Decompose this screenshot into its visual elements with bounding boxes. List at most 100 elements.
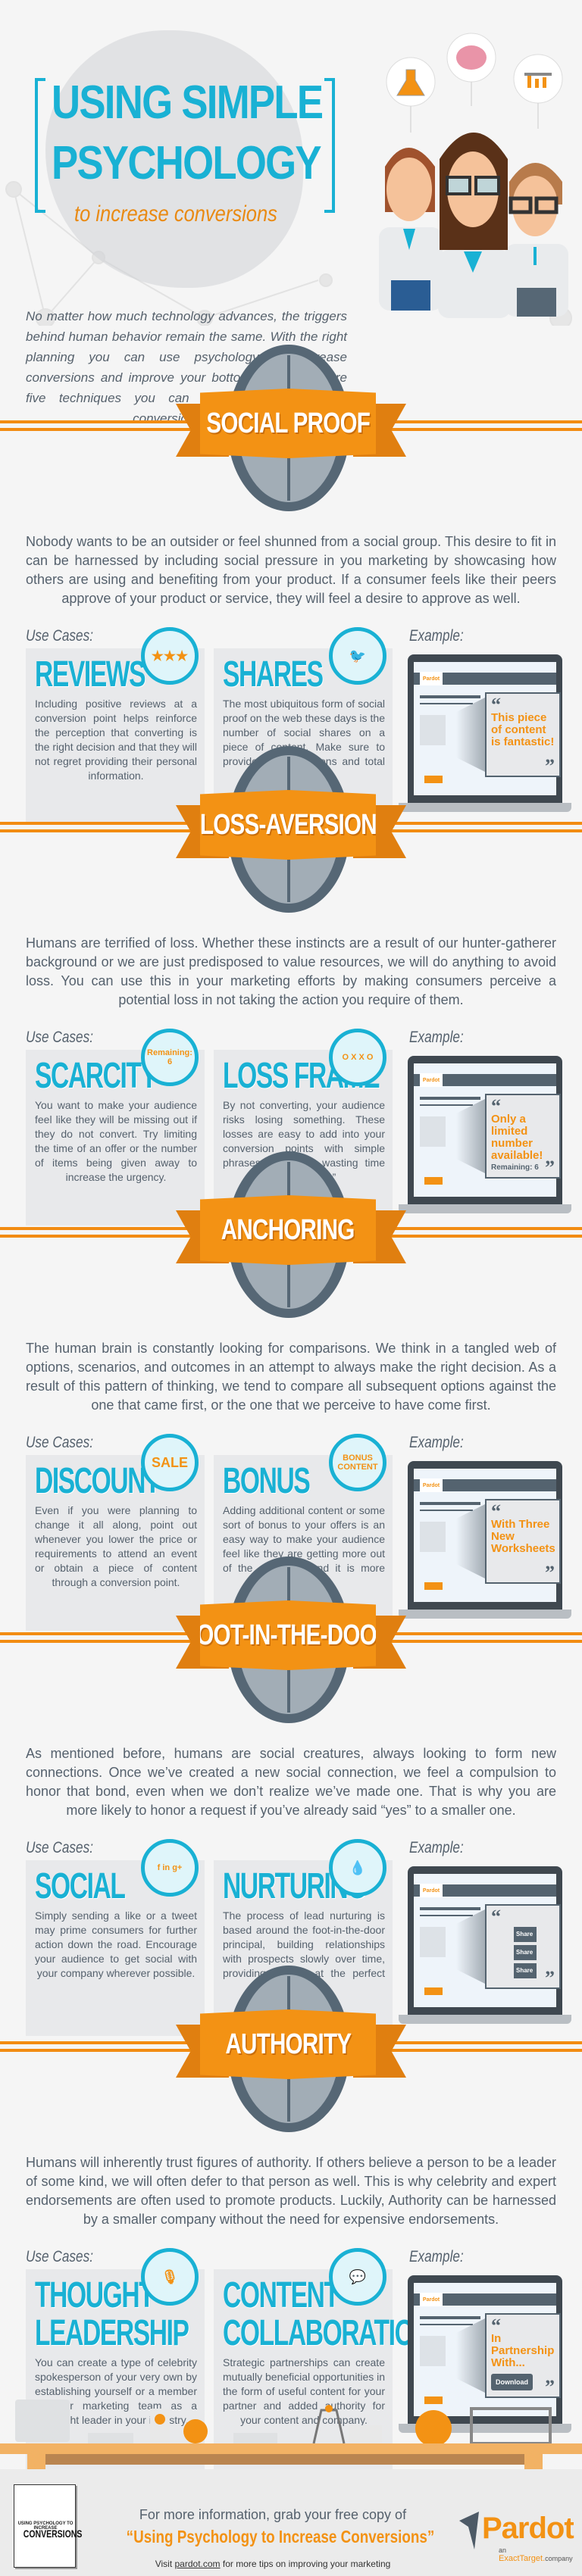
example-label: Example:: [409, 1839, 464, 1856]
ebook-cover-title: CONVERSIONS: [23, 2528, 83, 2540]
example-laptop: Pardot “ Only a limited number available…: [399, 1056, 571, 1215]
section-title: LOSS-AVERSION: [199, 808, 377, 841]
use-case-text: Simply sending a like or a tweet may pri…: [35, 1909, 197, 1979]
section-title: FOOT-IN-THE-DOOR: [183, 1619, 393, 1651]
remaining-counter-icon: Remaining: 6: [141, 1029, 199, 1086]
mock-image-block: [420, 2336, 446, 2366]
close-quote-icon: ”: [545, 755, 555, 777]
mock-text-bar: [420, 2324, 473, 2325]
laptop-base: [399, 1204, 571, 1213]
use-case-title: LOSS FRAME: [223, 1056, 380, 1096]
title-bracket-left: [35, 78, 45, 213]
pardot-logo-sub: an ExactTarget.company: [499, 2546, 580, 2563]
lab-table-illustration: [0, 2400, 582, 2469]
strategy-play-icon: O X X O: [329, 1029, 386, 1086]
pardot-flag-icon: [459, 2512, 479, 2549]
scientists-illustration: [379, 33, 568, 318]
share-button[interactable]: Share: [514, 1927, 537, 1942]
use-cases-label: Use Cases:: [26, 1029, 94, 1046]
book-stack: [88, 2433, 133, 2443]
open-quote-icon: “: [491, 2315, 501, 2337]
flask-icon: [386, 57, 436, 133]
mock-pardot-logo: Pardot: [420, 1884, 443, 1897]
laptop-screen: Pardot “ Share Share Share ”: [408, 1866, 562, 2015]
footer-line1: For more information, grab your free cop…: [139, 2507, 407, 2522]
dishes: [349, 2425, 382, 2443]
mock-image-block: [420, 1927, 446, 1957]
use-cases-label: Use Cases:: [26, 1434, 94, 1451]
example-callout: “ Only a limited number available! Remai…: [485, 1094, 561, 1179]
use-case-title: SHARES: [223, 654, 324, 695]
callout-shadow: [456, 697, 487, 773]
mock-heading-bar: [420, 1907, 480, 1910]
section-title-ribbon: SOCIAL PROOF: [200, 389, 376, 458]
mock-heading-bar: [420, 1502, 480, 1505]
main-title-line2: PSYCHOLOGY: [52, 137, 322, 189]
use-case-text: Including positive reviews at a conversi…: [35, 698, 198, 782]
share-button[interactable]: Share: [514, 1945, 537, 1960]
mock-webpage: Pardot “ Share Share Share ”: [414, 1874, 561, 2007]
section-description: Humans are terrified of loss. Whether th…: [26, 935, 556, 1007]
footer-ebook-title[interactable]: “Using Psychology to Increase Conversion…: [125, 2527, 436, 2547]
close-quote-icon: ”: [545, 1562, 555, 1584]
example-callout-text: Only a limited number available!: [491, 1113, 543, 1162]
section-description: Nobody wants to be an outsider or feel s…: [26, 534, 556, 606]
share-button[interactable]: Share: [514, 1963, 537, 1978]
use-cases-label: Use Cases:: [26, 2248, 94, 2265]
section-title-ribbon: AUTHORITY: [200, 2009, 376, 2079]
title-bracket-right: [324, 78, 335, 213]
section-title-ribbon: LOSS-AVERSION: [200, 790, 376, 860]
section-title: SOCIAL PROOF: [206, 407, 370, 439]
use-case-title: REVIEWS: [35, 654, 146, 695]
brain-icon: [446, 33, 496, 106]
microphone-icon: 🎙: [141, 2248, 199, 2306]
section-title-ribbon: FOOT-IN-THE-DOOR: [200, 1600, 376, 1670]
example-laptop: Pardot “ With Three New Worksheets ”: [399, 1461, 571, 1620]
microphone-icon-glyph: 🎙: [161, 2268, 179, 2284]
callout-shadow: [456, 1503, 487, 1579]
main-title-line1: USING SIMPLE: [52, 76, 324, 129]
pardot-link[interactable]: pardot.com: [175, 2559, 221, 2569]
hero: USING SIMPLE PSYCHOLOGY to increase conv…: [0, 0, 582, 426]
ebook-cover[interactable]: USING PSYCHOLOGY TO INCREASE CONVERSIONS: [14, 2484, 83, 2568]
use-cases-label: Use Cases:: [26, 1839, 94, 1856]
mock-cta-button: [424, 1582, 443, 1590]
footer: USING PSYCHOLOGY TO INCREASE CONVERSIONS…: [0, 2469, 582, 2576]
mock-text-bar: [420, 1104, 473, 1106]
use-case-title: DISCOUNT: [35, 1461, 161, 1501]
example-label: Example:: [409, 1434, 464, 1451]
mock-image-block: [420, 1522, 446, 1552]
bunsen-burner: [312, 2409, 346, 2444]
pardot-logo-name: Pardot: [482, 2512, 574, 2545]
test-tube-rack: [470, 2407, 552, 2445]
coffee-cup: [150, 2409, 170, 2443]
paper-stack: [233, 2433, 277, 2443]
callout-shadow: [456, 1909, 487, 1984]
example-callout: “ This piece of content is fantastic! ”: [485, 692, 561, 777]
use-case-text: Even if you were planning to change it a…: [35, 1504, 197, 1588]
footer-line3-pre: Visit: [155, 2559, 175, 2569]
example-label: Example:: [409, 2248, 464, 2265]
mock-cta-button: [424, 1987, 443, 1995]
laptop-base: [399, 803, 571, 812]
section-title-ribbon: ANCHORING: [200, 1195, 376, 1265]
example-callout-text: This piece of content is fantastic!: [491, 711, 555, 748]
mock-text-bar: [420, 1510, 473, 1511]
example-label: Example:: [409, 627, 464, 645]
mock-pardot-logo: Pardot: [420, 672, 443, 685]
use-case-title: SOCIAL: [35, 1866, 126, 1906]
mock-pardot-logo: Pardot: [420, 2293, 443, 2306]
water-drops-icon: 💧: [329, 1839, 386, 1897]
mock-cta-button: [424, 1177, 443, 1185]
mock-heading-bar: [420, 695, 480, 698]
pardot-logo[interactable]: Pardot an ExactTarget.company: [459, 2512, 580, 2565]
section-title: ANCHORING: [221, 1213, 355, 1246]
mock-webpage: Pardot “ This piece of content is fantas…: [414, 662, 561, 795]
section-title: AUTHORITY: [225, 2028, 352, 2060]
open-quote-icon: “: [491, 694, 501, 716]
section-description: Humans will inherently trust figures of …: [26, 2155, 556, 2227]
open-quote-icon: “: [491, 1906, 501, 1928]
laptop-on-table: [15, 2400, 70, 2442]
mock-image-block: [420, 1116, 446, 1147]
use-case-title: NURTURING: [223, 1866, 367, 1906]
